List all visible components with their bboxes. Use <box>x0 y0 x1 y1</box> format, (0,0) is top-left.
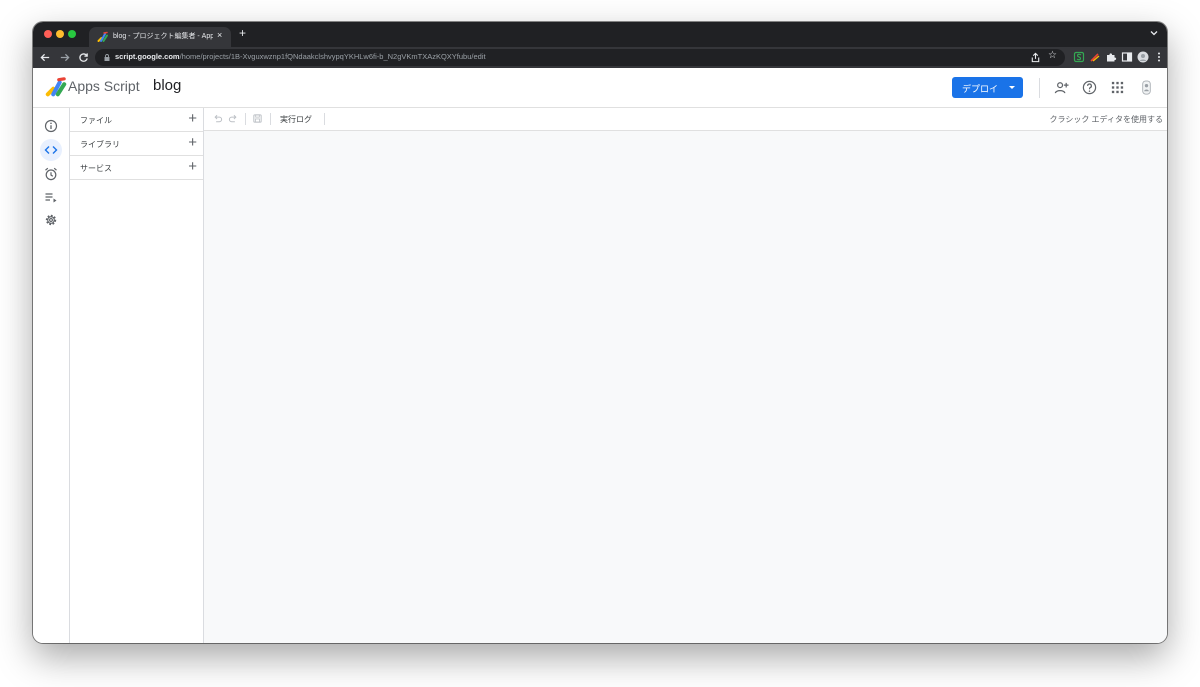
panel-section-libraries[interactable]: ライブラリ + <box>70 132 203 156</box>
add-user-icon[interactable] <box>1054 80 1069 95</box>
reload-icon[interactable] <box>78 52 89 63</box>
executions-list-icon <box>45 193 57 203</box>
chevron-down-icon[interactable] <box>1149 28 1159 38</box>
files-panel: ファイル + ライブラリ + サービス + <box>70 108 204 643</box>
save-icon[interactable] <box>252 113 263 124</box>
redo-icon[interactable] <box>228 113 239 124</box>
apps-grid-icon[interactable] <box>1110 80 1125 95</box>
rail-triggers-button[interactable] <box>40 163 62 185</box>
new-tab-button[interactable]: + <box>239 26 246 40</box>
bookmark-star-icon[interactable]: ☆ <box>1048 50 1057 61</box>
tab-title: blog - プロジェクト編集者 - Apps Script <box>113 33 213 40</box>
panel-section-label: ライブラリ <box>80 140 120 149</box>
deploy-button-label: デプロイ <box>962 84 999 94</box>
url-input[interactable]: script.google.com/home/projects/1B-Xvgux… <box>95 49 1065 66</box>
extension-pen-icon[interactable] <box>1089 51 1101 63</box>
toolbar-divider <box>245 113 246 125</box>
address-bar: script.google.com/home/projects/1B-Xvgux… <box>33 47 1167 68</box>
rail-editor-button[interactable] <box>40 139 62 161</box>
forward-arrow-icon[interactable] <box>59 52 70 63</box>
editor-toolbar: 実行ログ クラシック エディタを使用する <box>204 108 1167 131</box>
extension-s-icon[interactable] <box>1073 51 1085 63</box>
panel-section-files[interactable]: ファイル + <box>70 108 203 132</box>
browser-menu-icon[interactable] <box>1153 51 1165 63</box>
close-window-button[interactable] <box>44 30 52 38</box>
use-classic-editor-link[interactable]: クラシック エディタを使用する <box>1049 114 1163 125</box>
app-header: Apps Script blog デプロイ <box>33 68 1167 108</box>
profile-avatar-icon[interactable] <box>1137 51 1149 63</box>
browser-window: blog - プロジェクト編集者 - Apps Script × + scrip… <box>33 22 1167 643</box>
panel-section-services[interactable]: サービス + <box>70 156 203 180</box>
rail-executions-button[interactable] <box>40 186 62 208</box>
toolbar-divider <box>324 113 325 125</box>
side-panel-icon[interactable] <box>1121 51 1133 63</box>
deploy-button[interactable]: デプロイ <box>952 77 1023 98</box>
help-icon[interactable] <box>1082 80 1097 95</box>
maximize-window-button[interactable] <box>68 30 76 38</box>
side-rail <box>33 108 70 643</box>
tab-close-button[interactable]: × <box>217 30 222 40</box>
extensions-puzzle-icon[interactable] <box>1105 51 1117 63</box>
panel-section-label: サービス <box>80 164 112 173</box>
caret-down-icon <box>1009 86 1015 89</box>
rail-settings-button[interactable] <box>40 209 62 231</box>
gear-icon <box>45 214 57 226</box>
alarm-clock-icon <box>45 167 57 181</box>
app-name: Apps Script <box>68 78 140 94</box>
tab-strip: blog - プロジェクト編集者 - Apps Script × + <box>33 22 1167 47</box>
lock-icon <box>104 54 110 61</box>
toolbar-divider <box>270 113 271 125</box>
project-title[interactable]: blog <box>153 77 181 94</box>
execution-log-button[interactable]: 実行ログ <box>280 114 312 125</box>
apps-script-logo-icon <box>45 77 67 97</box>
panel-section-label: ファイル <box>80 116 112 125</box>
editor-area[interactable]: 実行ログ クラシック エディタを使用する <box>204 108 1167 643</box>
browser-tab-blog[interactable]: blog - プロジェクト編集者 - Apps Script × <box>89 27 231 47</box>
apps-script-favicon-icon <box>97 31 108 42</box>
minimize-window-button[interactable] <box>56 30 64 38</box>
url-path: /home/projects/1B-Xvguxwznp1fQNdaakclshv… <box>179 52 486 61</box>
info-icon <box>44 119 58 133</box>
add-service-button[interactable]: + <box>188 159 197 174</box>
rail-overview-button[interactable] <box>40 115 62 137</box>
share-icon[interactable] <box>1030 52 1041 63</box>
add-library-button[interactable]: + <box>188 135 197 150</box>
back-arrow-icon[interactable] <box>40 52 51 63</box>
url-host: script.google.com <box>115 52 180 61</box>
header-divider <box>1039 78 1040 98</box>
code-icon <box>44 146 58 154</box>
url-text: script.google.com/home/projects/1B-Xvgux… <box>115 52 486 61</box>
add-file-button[interactable]: + <box>188 111 197 126</box>
undo-icon[interactable] <box>212 113 223 124</box>
account-avatar-icon[interactable] <box>1139 80 1154 95</box>
